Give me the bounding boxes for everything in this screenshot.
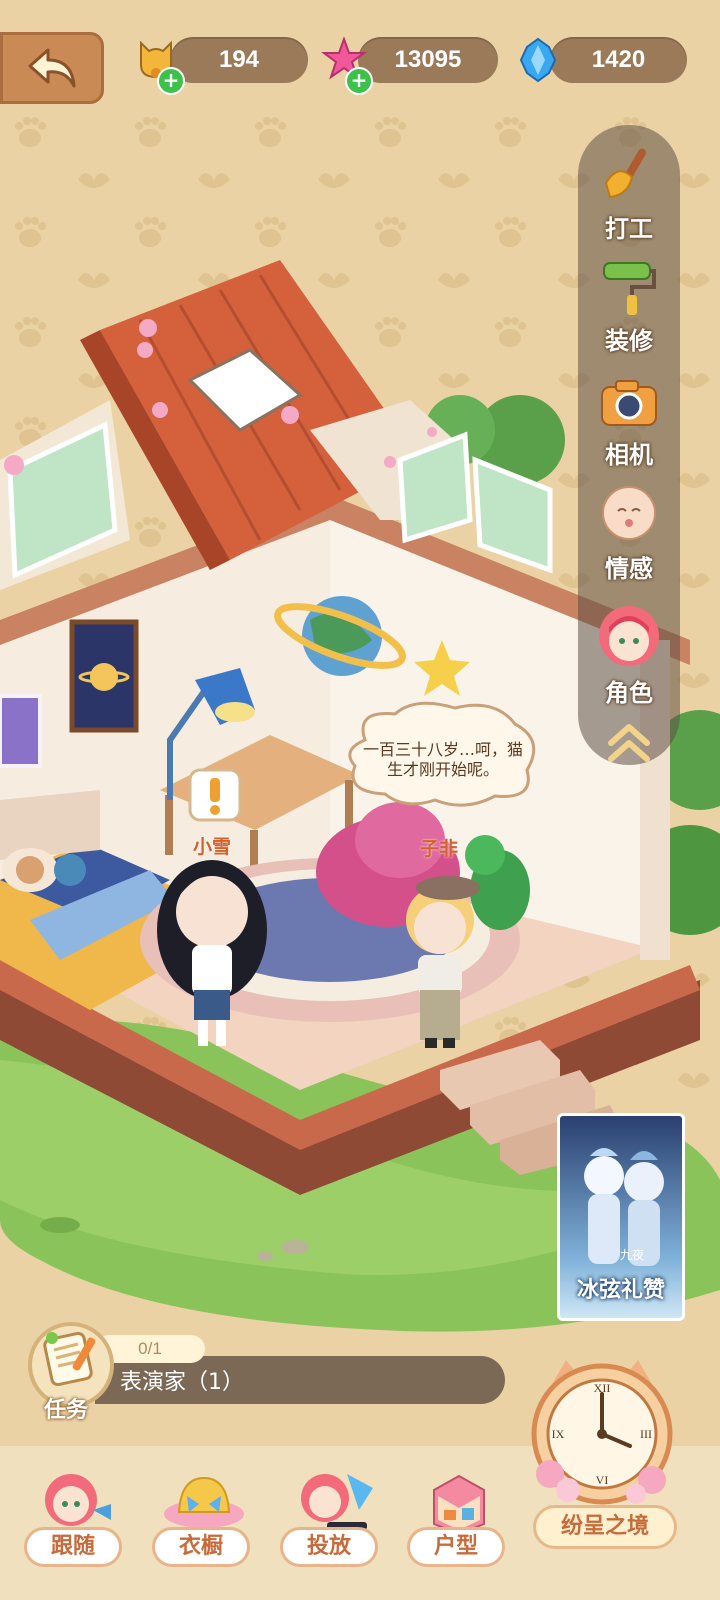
rail-label-camera: 相机 <box>605 441 653 469</box>
face-icon <box>602 486 656 540</box>
back-arrow-icon <box>28 48 76 88</box>
nav-place[interactable]: 投放 <box>278 1470 386 1567</box>
pink-gem-currency[interactable]: + <box>321 36 373 95</box>
task-text[interactable]: 表演家（1） <box>120 1364 244 1396</box>
svg-text:III: III <box>640 1427 652 1441</box>
task-label: 任务 <box>44 1398 89 1423</box>
nav-layout-label: 户型 <box>407 1527 505 1567</box>
rail-item-character[interactable]: 角色 <box>578 603 680 708</box>
nav-layout[interactable]: 户型 <box>405 1470 513 1567</box>
character-name-zifei[interactable]: 子非 <box>420 834 458 861</box>
bell-currency[interactable]: + <box>133 37 185 95</box>
banner-subtitle: 九夜 <box>620 1248 645 1262</box>
nav-place-label: 投放 <box>280 1527 378 1567</box>
nav-follow[interactable]: 跟随 <box>22 1470 130 1567</box>
character-name-xiaoxue[interactable]: 小雪 <box>193 832 231 859</box>
add-bell-icon[interactable]: + <box>157 67 185 95</box>
back-button[interactable] <box>0 32 104 104</box>
nav-follow-label: 跟随 <box>24 1527 122 1567</box>
rail-item-emotion[interactable]: 情感 <box>578 483 680 584</box>
speech-text: 一百三十八岁…呵，猫生才刚开始呢。 <box>362 740 523 779</box>
clock-realm-button[interactable]: XII III VI IX <box>522 1354 682 1514</box>
rail-item-work[interactable]: 打工 <box>578 143 680 244</box>
svg-text:IX: IX <box>552 1427 565 1441</box>
character-portrait-icon <box>599 606 659 666</box>
rail-label-character: 角色 <box>605 679 653 707</box>
add-pink-gem-icon[interactable]: + <box>345 67 373 95</box>
blue-crystal-icon <box>519 37 557 83</box>
svg-text:VI: VI <box>596 1473 609 1487</box>
clock-realm-label: 纷呈之境 <box>533 1505 677 1549</box>
blue-crystal-currency-value: 1420 <box>550 37 687 83</box>
rail-item-decorate[interactable]: 装修 <box>578 255 680 356</box>
side-menu-rail: 打工 装修 相机 情感 角色 <box>578 125 680 765</box>
svg-text:XII: XII <box>594 1381 611 1395</box>
nav-wardrobe-label: 衣橱 <box>152 1527 250 1567</box>
paint-roller-icon <box>603 262 656 315</box>
feather-duster-icon <box>604 148 646 199</box>
rail-label-work: 打工 <box>605 215 653 243</box>
rail-item-camera[interactable]: 相机 <box>578 375 680 470</box>
nav-wardrobe[interactable]: 衣橱 <box>150 1470 258 1567</box>
event-banner[interactable]: 九夜 冰弦礼赞 <box>557 1113 685 1321</box>
rail-label-emotion: 情感 <box>605 555 653 583</box>
bell-currency-value: 194 <box>170 37 308 83</box>
pink-gem-currency-value: 13095 <box>358 37 498 83</box>
camera-icon <box>601 380 657 426</box>
double-chevron-up-icon <box>608 724 650 762</box>
blue-crystal-currency[interactable] <box>515 37 561 83</box>
clock-icon: XII III VI IX <box>531 1360 673 1505</box>
rail-label-decorate: 装修 <box>605 327 653 355</box>
banner-title: 冰弦礼赞 <box>576 1278 665 1303</box>
rail-collapse-button[interactable] <box>578 717 680 769</box>
